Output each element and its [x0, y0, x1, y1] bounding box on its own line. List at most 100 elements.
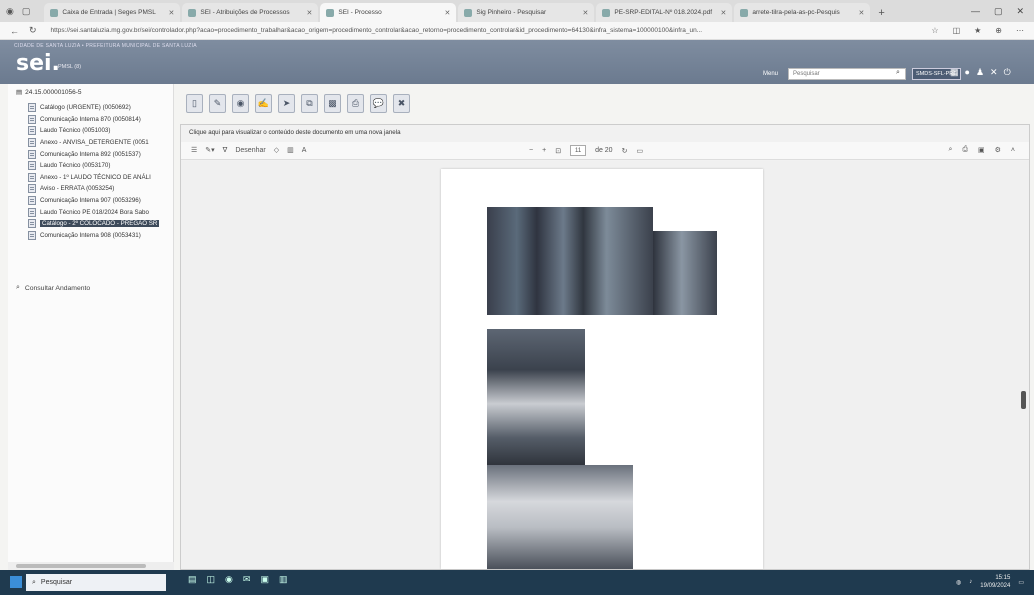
browser-tab-3[interactable]: Sig Pinheiro - Pesquisar ✕ [458, 3, 595, 22]
file-explorer-icon[interactable]: ▤ [188, 574, 197, 585]
new-tab-button[interactable]: + [872, 3, 890, 22]
pdf-canvas[interactable] [181, 161, 1029, 569]
document-item[interactable]: Laudo Técnico (0051003) [28, 125, 176, 137]
new-document-button[interactable]: ▯ [186, 93, 203, 113]
browser-icon[interactable]: ◉ [225, 574, 233, 585]
notifications-icon[interactable]: ▭ [1018, 579, 1024, 586]
draw-label[interactable]: Desenhar [235, 147, 265, 154]
fit-page-icon[interactable]: ⊡ [555, 147, 561, 155]
browser-tab-1[interactable]: SEI - Atribuições de Processos ✕ [182, 3, 319, 22]
address-bar-row: ← ↻ https://sei.santaluzia.mg.gov.br/sei… [0, 22, 1034, 40]
document-item[interactable]: Comunicação Interna 870 (0050814) [28, 114, 176, 126]
split-screen-icon[interactable]: ◫ [953, 26, 961, 35]
text-icon[interactable]: A [302, 147, 307, 154]
settings-icon[interactable]: ⚙ [995, 146, 1001, 154]
reload-icon[interactable]: ↻ [29, 25, 37, 36]
tab-actions-icon[interactable]: ▢ [22, 6, 31, 17]
favorites-icon[interactable]: ★ [974, 26, 981, 35]
document-icon [28, 196, 36, 206]
close-icon[interactable]: ✕ [583, 9, 589, 17]
close-icon[interactable]: ✕ [169, 9, 175, 17]
pdf-vertical-scrollbar[interactable] [1021, 391, 1026, 409]
collapse-icon[interactable]: ˄ [1011, 147, 1015, 154]
document-item[interactable]: Anexo - 1º LAUDO TÉCNICO DE ANÁLI [28, 172, 176, 184]
close-icon[interactable]: ✕ [721, 9, 727, 17]
sign-button[interactable]: ✍ [255, 93, 272, 113]
browser-tab-2[interactable]: SEI - Processo ✕ [320, 3, 457, 22]
url-field[interactable]: https://sei.santaluzia.mg.gov.br/sei/con… [47, 24, 922, 37]
read-aloud-icon[interactable]: ▥ [287, 146, 294, 154]
info-icon[interactable]: ● [965, 67, 970, 78]
document-icon [28, 172, 36, 182]
more-icon[interactable]: ⋯ [1016, 26, 1024, 35]
draw-icon[interactable]: ∇ [223, 146, 228, 154]
app-icon[interactable]: ▥ [279, 574, 288, 585]
print-icon[interactable]: ⎙ [962, 146, 968, 154]
menu-label[interactable]: Menu [763, 71, 778, 77]
page-total: de 20 [595, 147, 613, 154]
minimize-icon[interactable]: — [971, 6, 980, 16]
contents-icon[interactable]: ☰ [191, 146, 197, 154]
document-item[interactable]: Catálogo (URGENTE) (0050692) [28, 102, 176, 114]
document-item[interactable]: Aviso - ERRATA (0053254) [28, 183, 176, 195]
store-icon[interactable]: ▣ [260, 574, 269, 585]
document-item[interactable]: Laudo Técnico PE 018/2024 Bora Sabo [28, 206, 176, 218]
comment-button[interactable]: 💬 [370, 93, 387, 113]
taskbar-search[interactable]: ⌕ Pesquisar [26, 574, 166, 591]
save-icon[interactable]: ▣ [978, 146, 985, 154]
grid-icon[interactable]: ▦ [950, 67, 959, 78]
document-label: Anexo - 1º LAUDO TÉCNICO DE ANÁLI [40, 173, 151, 181]
zoom-out-icon[interactable]: − [529, 147, 533, 154]
process-tree: ▤ 24.15.000001056-5 Catálogo (URGENTE) (… [8, 84, 174, 570]
sei-search-input[interactable]: Pesquisar [788, 68, 906, 80]
extensions-icon[interactable]: ⊕ [995, 26, 1002, 35]
profile-icon[interactable]: ◉ [6, 6, 14, 17]
search-icon[interactable]: ⌕ [948, 146, 952, 154]
maximize-icon[interactable]: ▢ [994, 6, 1003, 17]
browser-tab-0[interactable]: Caixa de Entrada | Seges PMSL ✕ [44, 3, 181, 22]
close-icon[interactable]: ✕ [445, 9, 451, 17]
close-icon[interactable]: ✕ [307, 9, 313, 17]
open-new-window-link[interactable]: Clique aqui para visualizar o conteúdo d… [189, 129, 401, 136]
document-label: Laudo Técnico PE 018/2024 Bora Sabo [40, 208, 149, 216]
mail-icon[interactable]: ✉ [243, 574, 251, 585]
favorite-star-icon[interactable]: ☆ [931, 26, 938, 35]
edit-document-button[interactable]: ✎ [209, 93, 226, 113]
page-view-icon[interactable]: ▭ [636, 147, 643, 155]
print-button[interactable]: ⎙ [347, 93, 364, 113]
process-node[interactable]: ▤ 24.15.000001056-5 [16, 88, 82, 97]
volume-icon[interactable]: ♪ [969, 579, 972, 585]
clock[interactable]: 15:15 19/09/2024 [980, 574, 1010, 590]
zoom-in-icon[interactable]: + [542, 147, 546, 154]
search-icon[interactable]: ⌕ [896, 69, 900, 77]
task-view-icon[interactable]: ◫ [207, 574, 216, 585]
page-number-input[interactable]: 11 [570, 145, 587, 156]
rotate-icon[interactable]: ↻ [622, 147, 628, 155]
network-icon[interactable]: ◍ [956, 579, 961, 586]
sei-logo[interactable]: sei. [16, 51, 60, 76]
document-item[interactable]: Comunicação Interna 892 (0051537) [28, 148, 176, 160]
browser-tab-5[interactable]: arrete-tilra-pela-as-pc-Pesquis ✕ [734, 3, 871, 22]
document-item[interactable]: Catálogo - 2º COLOCADO - PREGÃO SR [28, 218, 176, 230]
view-button[interactable]: ◉ [232, 93, 249, 113]
consultar-andamento-link[interactable]: ⌕ Consultar Andamento [16, 284, 90, 292]
document-item[interactable]: Laudo Técnico (0053170) [28, 160, 176, 172]
block-button[interactable]: ▩ [324, 93, 341, 113]
logout-icon[interactable]: ⏻ [1004, 67, 1011, 78]
close-icon[interactable]: ✕ [859, 9, 865, 17]
copy-button[interactable]: ⧉ [301, 93, 318, 113]
browser-tab-4[interactable]: PE-SRP-EDITAL-Nº 018.2024.pdf ✕ [596, 3, 733, 22]
close-icon[interactable]: ✕ [990, 67, 998, 78]
document-item[interactable]: Comunicação Interna 908 (0053431) [28, 230, 176, 242]
start-icon[interactable] [10, 576, 22, 588]
delete-button[interactable]: ✖ [393, 93, 410, 113]
close-window-icon[interactable]: ✕ [1016, 6, 1024, 17]
back-icon[interactable]: ← [10, 26, 19, 36]
eraser-icon[interactable]: ◇ [274, 146, 279, 154]
tree-horizontal-scrollbar[interactable] [8, 562, 174, 570]
send-button[interactable]: ➤ [278, 93, 295, 113]
document-item[interactable]: Comunicação Interna 907 (0053296) [28, 195, 176, 207]
user-icon[interactable]: ♟ [976, 67, 984, 78]
highlight-icon[interactable]: ✎▾ [205, 146, 214, 154]
document-item[interactable]: Anexo - ANVISA_DETERGENTE (0051 [28, 137, 176, 149]
